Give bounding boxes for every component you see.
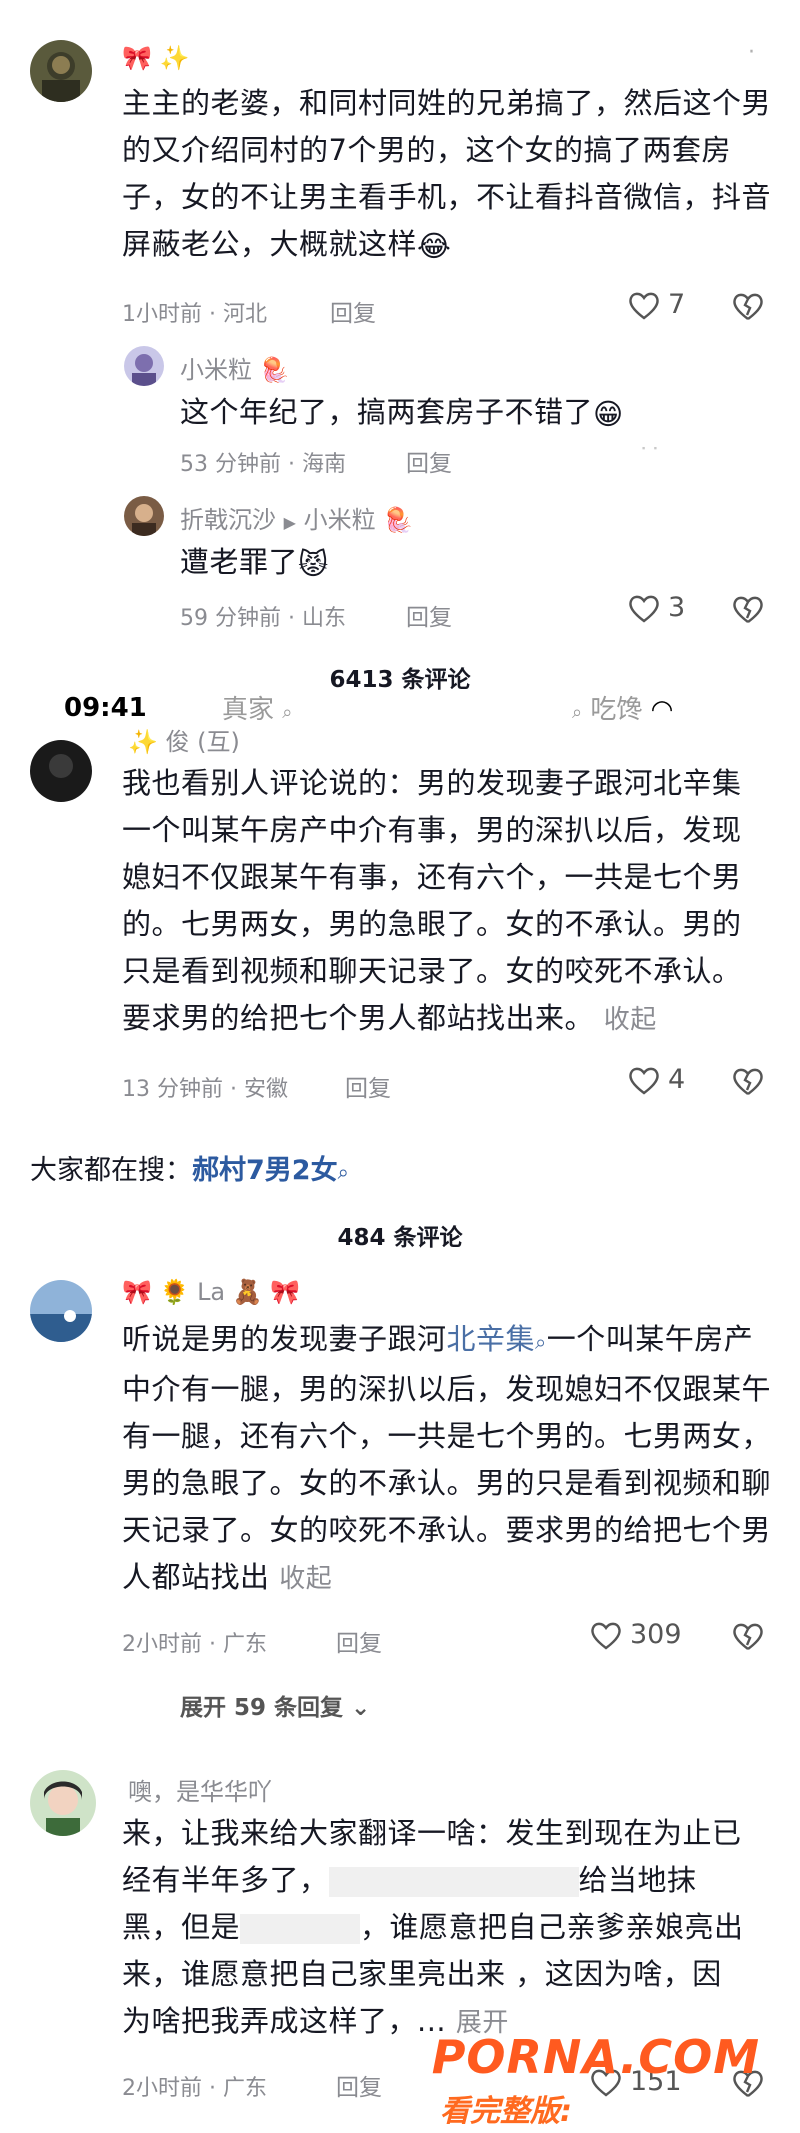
redacted-blur (328, 1867, 579, 1897)
reply-arrow-icon: ▶ (283, 513, 296, 532)
comment-time-location: 2小时前 · 广东 (122, 2076, 267, 2101)
watermark-logo: PORNA.COM (431, 2030, 760, 2084)
dislike-button[interactable] (732, 1621, 764, 1655)
reply-button[interactable]: 回复 (406, 598, 452, 632)
comment-text: 听说是男的发现妻子跟河北辛集⌕一个叫某午房产中介有一腿，男的深扒以后，发现媳妇不… (122, 1322, 772, 1594)
cat-emoji-icon: 😾 (298, 546, 329, 581)
reply-username[interactable]: 折戟沉沙 ▶ 小米粒 🪼 (180, 500, 413, 535)
sunflower-icon: 🌻 (159, 1278, 190, 1306)
avatar[interactable] (124, 496, 164, 536)
search-icon: ⌕ (282, 702, 293, 723)
comment-count-header: 6413 条评论 (329, 667, 471, 693)
bow-icon: 🎀 (122, 44, 152, 72)
like-count: 309 (630, 1619, 682, 1650)
blur-artifact: ⠂⠂ (640, 440, 664, 459)
laughing-emoji-icon: 😂 (417, 228, 452, 263)
expand-replies-button[interactable]: 展开 59 条回复 ⌄ (180, 1688, 370, 1722)
collapse-button[interactable]: 收起 (604, 1005, 657, 1035)
search-icon: ⌕ (535, 1330, 547, 1354)
heart-icon (629, 595, 659, 623)
bow-icon: 🎀 (122, 1278, 152, 1306)
comment-username[interactable]: 噢，是华华吖 (128, 1772, 272, 1807)
dislike-button[interactable] (732, 291, 764, 325)
reply-button[interactable]: 回复 (336, 1624, 382, 1658)
dislike-button[interactable] (732, 1066, 764, 1100)
jellyfish-icon: 🪼 (259, 356, 290, 384)
comment-username[interactable]: 🎀 🌻 La 🧸 🎀 (122, 1278, 300, 1306)
avatar[interactable] (30, 1770, 96, 1836)
search-keyword[interactable]: 郝村7男2女 (192, 1155, 338, 1186)
comment-text: 主主的老婆，和同村同姓的兄弟搞了，然后这个男的又介绍同村的7个男的，这个女的搞了… (122, 80, 772, 270)
like-count: 7 (668, 289, 686, 320)
dislike-button[interactable] (732, 594, 764, 628)
chevron-down-icon: ⌄ (351, 1695, 371, 1721)
heart-icon (629, 1067, 659, 1095)
like-button[interactable]: 3 (628, 592, 685, 623)
grinning-emoji-icon: 😁 (593, 396, 624, 431)
reply-button[interactable]: 回复 (336, 2068, 382, 2102)
broken-heart-icon (733, 293, 763, 320)
comment-time-location: 1小时前 · 河北 (122, 302, 267, 327)
location-link[interactable]: 北辛集 (447, 1322, 536, 1356)
like-button[interactable]: 4 (628, 1064, 685, 1095)
avatar[interactable] (30, 1280, 92, 1342)
reply-text: 这个年纪了，搞两套房子不错了😁 (180, 389, 760, 438)
comment-username[interactable]: ✨ 俊 (互) (128, 722, 240, 757)
bear-icon: 🧸 (232, 1278, 263, 1306)
wifi-icon: ◠ (650, 695, 674, 725)
reply-time-location: 59 分钟前 · 山东 (180, 606, 346, 631)
sparkle-icon: ✨ (159, 44, 190, 72)
search-suggestion[interactable]: 大家都在搜：郝村7男2女⌕ (30, 1148, 349, 1187)
reply-button[interactable]: 回复 (330, 294, 376, 328)
broken-heart-icon (733, 1068, 763, 1095)
reply-text: 遭老罪了😾 (180, 539, 760, 588)
watermark-url: 看完整版: https://91porna36.com (440, 2094, 800, 2133)
comment-count-header: 484 条评论 (337, 1225, 463, 1251)
redacted-blur (240, 1914, 361, 1944)
search-icon: ⌕ (337, 1160, 349, 1184)
reply-time-location: 53 分钟前 · 海南 (180, 452, 346, 477)
broken-heart-icon (733, 596, 763, 623)
heart-icon (591, 1622, 621, 1650)
jellyfish-icon: 🪼 (383, 506, 414, 534)
heart-icon (629, 292, 659, 320)
search-icon: ⌕ (572, 702, 583, 723)
avatar[interactable] (30, 740, 92, 802)
reply-button[interactable]: 回复 (345, 1069, 391, 1103)
comment-time-location: 13 分钟前 · 安徽 (122, 1077, 288, 1102)
broken-heart-icon (733, 1623, 763, 1650)
like-count: 4 (668, 1064, 686, 1095)
like-count: 3 (668, 592, 686, 623)
bow-icon: 🎀 (270, 1278, 301, 1306)
collapse-button[interactable]: 收起 (279, 1564, 332, 1594)
faint-overlay-text: 真家 ⌕ (222, 695, 293, 725)
faint-overlay-text: ⌕ 吃馋 ◠ (572, 695, 674, 725)
avatar[interactable] (124, 346, 164, 386)
like-button[interactable]: 7 (628, 289, 685, 320)
more-options-icon[interactable]: · (748, 40, 755, 65)
comment-username[interactable]: 🎀 ✨ (122, 44, 189, 72)
reply-button[interactable]: 回复 (406, 444, 452, 478)
like-button[interactable]: 309 (590, 1619, 682, 1650)
comment-text: 来，让我来给大家翻译一啥：发生到现在为止已 经有半年多了， 给当地抹 黑，但是 ，谁… (122, 1816, 744, 2038)
status-clock: 09:41 (64, 693, 147, 723)
comment-text: 我也看别人评论说的：男的发现妻子跟河北辛集一个叫某午房产中介有事，男的深扒以后，… (122, 766, 742, 1035)
sparkle-icon: ✨ (128, 728, 158, 756)
avatar[interactable] (30, 40, 92, 102)
comment-time-location: 2小时前 · 广东 (122, 1632, 267, 1657)
reply-username[interactable]: 小米粒 🪼 (180, 350, 290, 385)
